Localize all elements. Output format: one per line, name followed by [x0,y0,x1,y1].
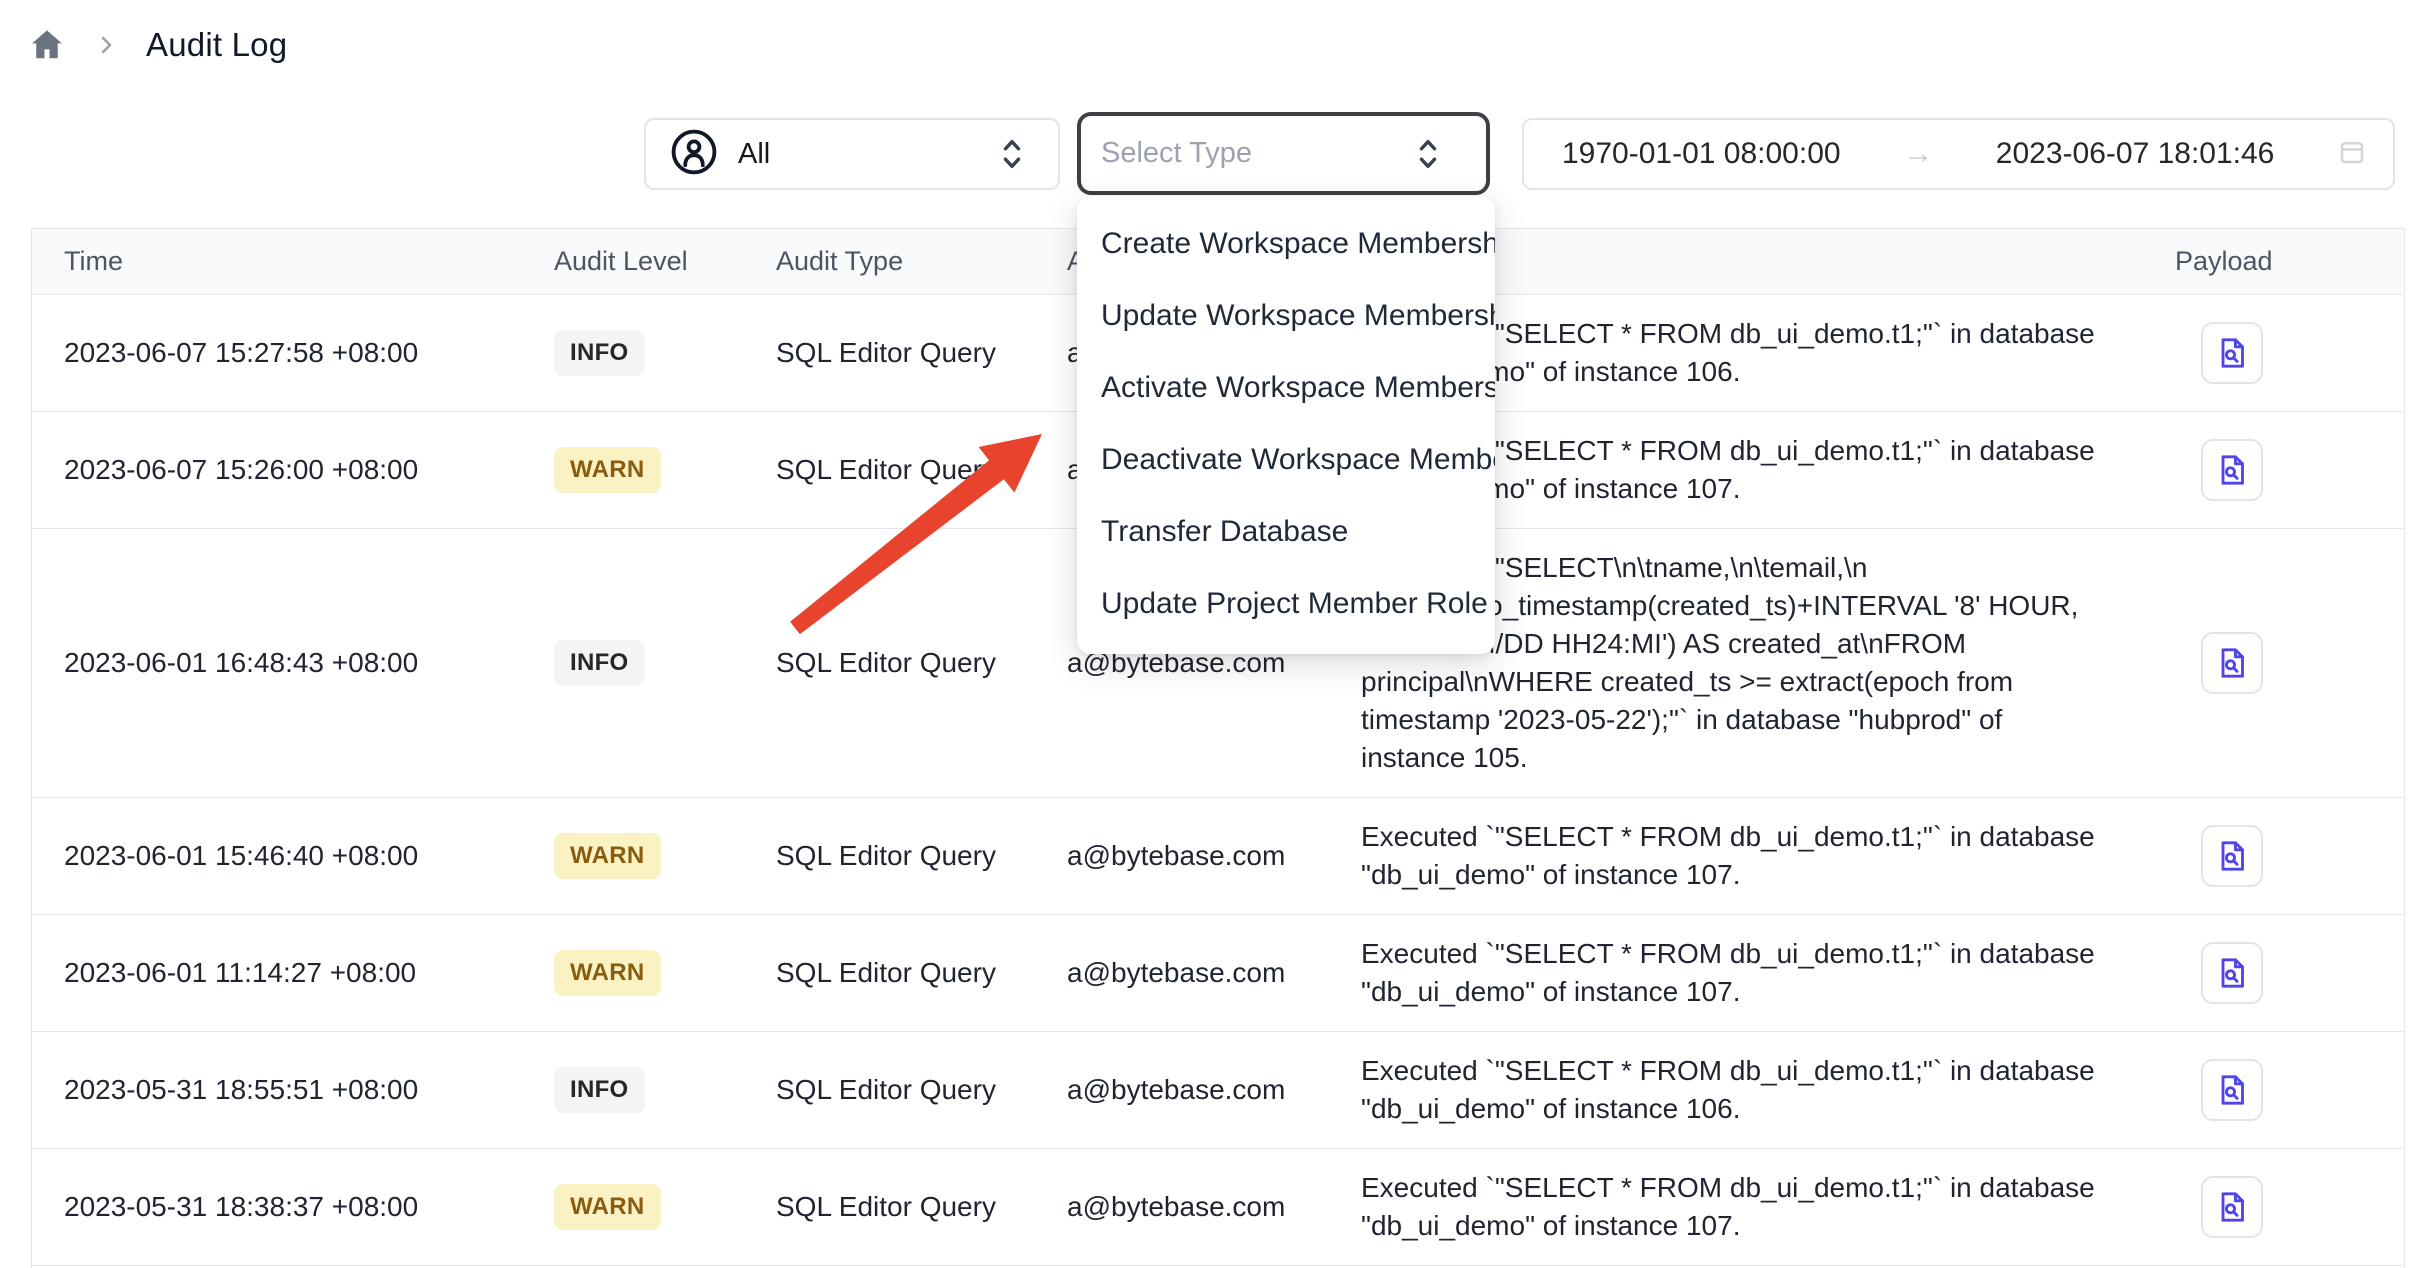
file-search-icon [2214,645,2250,681]
updown-chevron-icon [996,137,1028,171]
actor-cell: a@bytebase.com [1051,1074,1345,1106]
arrow-right-icon: → [1903,137,1933,171]
comment-line: Executed `"SELECT * FROM db_ui_demo.t1;"… [1361,1052,2129,1090]
audit-level-badge: WARN [554,447,661,493]
breadcrumb: Audit Log [28,26,287,64]
time-cell: 2023-06-01 11:14:27 +08:00 [32,957,538,989]
comment-cell: Executed `"SELECT * FROM db_ui_demo.t1;"… [1345,1149,2145,1265]
audit-level-badge: INFO [554,640,645,686]
chevron-right-icon [94,33,118,57]
file-search-icon [2214,335,2250,371]
column-header-audit-level: Audit Level [538,246,760,277]
comment-line: "db_ui_demo" of instance 107. [1361,973,2129,1011]
type-filter-placeholder: Select Type [1101,137,1252,170]
audit-type-cell: SQL Editor Query [760,957,1051,989]
time-cell: 2023-06-01 15:46:40 +08:00 [32,840,538,872]
time-cell: 2023-06-07 15:27:58 +08:00 [32,337,538,369]
audit-level-badge: WARN [554,950,661,996]
comment-cell: Executed `"SELECT * FROM db_ui_demo.t1;"… [1345,915,2145,1031]
comment-line: principal\nWHERE created_ts >= extract(e… [1361,663,2129,701]
actor-filter-value: All [738,138,770,171]
audit-type-cell: SQL Editor Query [760,1074,1051,1106]
menu-item[interactable]: Deactivate Workspace Membership [1077,424,1495,496]
view-payload-button[interactable] [2201,1059,2263,1121]
audit-level-badge: INFO [554,1067,645,1113]
comment-line: "db_ui_demo" of instance 106. [1361,1090,2129,1128]
audit-log-page: Audit Log All Select Type 1970-01-01 08:… [0,0,2410,1268]
table-row: 2023-06-01 15:46:40 +08:00 WARN SQL Edit… [32,798,2404,915]
comment-line: Executed `"SELECT * FROM db_ui_demo.t1;"… [1361,935,2129,973]
actor-cell: a@bytebase.com [1051,1191,1345,1223]
audit-type-cell: SQL Editor Query [760,337,1051,369]
file-search-icon [2214,1189,2250,1225]
menu-item[interactable]: Transfer Database [1077,496,1495,568]
view-payload-button[interactable] [2201,322,2263,384]
view-payload-button[interactable] [2201,942,2263,1004]
time-cell: 2023-05-31 18:55:51 +08:00 [32,1074,538,1106]
menu-item[interactable]: Activate Workspace Membership [1077,352,1495,424]
comment-cell: Executed `"SELECT * FROM db_ui_demo.t1;"… [1345,798,2145,914]
comment-line: Executed `"SELECT * FROM db_ui_demo.t1;"… [1361,1169,2129,1207]
table-row: 2023-05-31 18:38:37 +08:00 WARN SQL Edit… [32,1149,2404,1266]
time-cell: 2023-06-07 15:26:00 +08:00 [32,454,538,486]
audit-type-cell: SQL Editor Query [760,840,1051,872]
person-circle-icon [670,128,718,181]
column-header-audit-type: Audit Type [760,246,1051,277]
audit-type-cell: SQL Editor Query [760,647,1051,679]
file-search-icon [2214,955,2250,991]
red-arrow [780,420,1060,650]
actor-cell: a@bytebase.com [1051,957,1345,989]
column-header-payload: Payload [2145,246,2404,277]
calendar-icon [2337,137,2367,172]
comment-line: "db_ui_demo" of instance 107. [1361,1207,2129,1245]
actor-cell: a@bytebase.com [1051,840,1345,872]
type-filter-dropdown: Create Workspace MembershipUpdate Worksp… [1077,196,1495,654]
menu-item[interactable]: Update Workspace Membership [1077,280,1495,352]
comment-line: Executed `"SELECT * FROM db_ui_demo.t1;"… [1361,818,2129,856]
comment-line: "db_ui_demo" of instance 107. [1361,856,2129,894]
menu-item[interactable]: Update Project Member Role [1077,568,1495,640]
date-range-picker[interactable]: 1970-01-01 08:00:00 → 2023-06-07 18:01:4… [1522,118,2395,190]
time-cell: 2023-06-01 16:48:43 +08:00 [32,647,538,679]
page-title: Audit Log [146,26,287,64]
audit-level-badge: WARN [554,833,661,879]
audit-level-badge: INFO [554,330,645,376]
view-payload-button[interactable] [2201,632,2263,694]
view-payload-button[interactable] [2201,439,2263,501]
file-search-icon [2214,838,2250,874]
home-icon[interactable] [28,26,66,64]
column-header-time: Time [32,246,538,277]
table-row: 2023-06-01 11:14:27 +08:00 WARN SQL Edit… [32,915,2404,1032]
date-range-end[interactable]: 2023-06-07 18:01:46 [1996,137,2275,171]
actor-filter-select[interactable]: All [644,118,1060,190]
type-filter-select[interactable]: Select Type [1077,112,1490,195]
comment-line: timestamp '2023-05-22');"` in database "… [1361,701,2129,739]
time-cell: 2023-05-31 18:38:37 +08:00 [32,1191,538,1223]
audit-level-badge: WARN [554,1184,661,1230]
comment-cell: Executed `"SELECT * FROM db_ui_demo.t1;"… [1345,1032,2145,1148]
table-row: 2023-05-31 18:55:51 +08:00 INFO SQL Edit… [32,1032,2404,1149]
updown-chevron-icon [1412,137,1444,171]
file-search-icon [2214,452,2250,488]
date-range-start[interactable]: 1970-01-01 08:00:00 [1562,137,1841,171]
audit-type-cell: SQL Editor Query [760,1191,1051,1223]
menu-item[interactable]: Create Workspace Membership [1077,208,1495,280]
comment-line: instance 105. [1361,739,2129,777]
file-search-icon [2214,1072,2250,1108]
view-payload-button[interactable] [2201,825,2263,887]
view-payload-button[interactable] [2201,1176,2263,1238]
